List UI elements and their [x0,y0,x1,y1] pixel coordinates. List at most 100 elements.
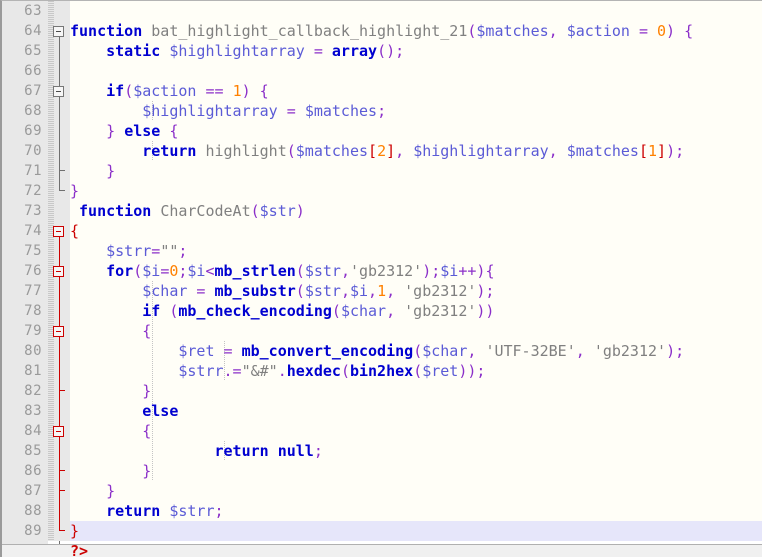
fold-margin[interactable] [48,341,70,361]
code-line[interactable]: 64function bat_highlight_callback_highli… [2,21,762,41]
code-text[interactable]: } [70,381,762,401]
fold-margin[interactable] [48,181,70,201]
code-text[interactable]: } else { [70,121,762,141]
code-text[interactable]: } [70,521,762,541]
fold-margin[interactable] [48,241,70,261]
fold-margin[interactable] [48,101,70,121]
code-text[interactable]: return null; [70,441,762,461]
token-id [70,102,142,120]
code-text[interactable]: $highlightarray = $matches; [70,101,762,121]
code-line[interactable]: 88 return $strr; [2,501,762,521]
code-text[interactable]: } [70,181,762,201]
token-pun: ( [413,362,422,380]
fold-margin[interactable] [48,121,70,141]
fold-margin[interactable] [48,221,70,241]
fold-margin[interactable] [48,141,70,161]
code-text[interactable]: if($action == 1) { [70,81,762,101]
code-text[interactable]: $ret = mb_convert_encoding($char, 'UTF-3… [70,341,762,361]
code-line[interactable]: 73 function CharCodeAt($str) [2,201,762,221]
fold-margin[interactable] [48,281,70,301]
token-var: $strr [169,502,214,520]
fold-collapse-icon[interactable] [53,226,64,237]
code-text[interactable]: $strr=""; [70,241,762,261]
code-text[interactable]: { [70,421,762,441]
fold-margin[interactable] [48,461,70,481]
code-line[interactable]: 74 { [2,221,762,241]
fold-margin[interactable] [48,401,70,421]
fold-margin[interactable] [48,481,70,501]
fold-margin[interactable] [48,441,70,461]
code-line[interactable]: 72} [2,181,762,201]
token-brace: } [106,122,115,140]
fold-margin[interactable] [48,361,70,381]
code-line[interactable]: 79 { [2,321,762,341]
fold-collapse-icon[interactable] [53,26,64,37]
fold-margin[interactable] [48,261,70,281]
code-text[interactable] [70,61,762,81]
code-line[interactable]: 67 if($action == 1) { [2,81,762,101]
code-line[interactable]: 75 $strr=""; [2,241,762,261]
code-line[interactable]: 82 } [2,381,762,401]
fold-margin[interactable] [48,521,70,541]
code-line[interactable]: 83 else [2,401,762,421]
code-text[interactable]: } [70,461,762,481]
code-line[interactable]: 87 } [2,481,762,501]
code-line[interactable]: 69 } else { [2,121,762,141]
code-line[interactable]: 85 return null; [2,441,762,461]
code-text[interactable]: $strr.="&#".hexdec(bin2hex($ret)); [70,361,762,381]
code-text[interactable]: function CharCodeAt($str) [70,201,762,221]
code-line[interactable]: 71 } [2,161,762,181]
code-text[interactable]: { [70,221,762,241]
fold-margin[interactable] [48,201,70,221]
code-text[interactable]: $char = mb_substr($str,$i,1, 'gb2312'); [70,281,762,301]
token-pun: = [187,282,214,300]
code-text[interactable]: static $highlightarray = array(); [70,41,762,61]
code-text[interactable]: else [70,401,762,421]
code-line[interactable]: 86 } [2,461,762,481]
code-line[interactable]: 78 if (mb_check_encoding($char, 'gb2312'… [2,301,762,321]
code-line[interactable]: 80 $ret = mb_convert_encoding($char, 'UT… [2,341,762,361]
line-number: 74 [2,221,48,241]
code-text[interactable]: if (mb_check_encoding($char, 'gb2312')) [70,301,762,321]
code-text[interactable]: } [70,481,762,501]
fold-collapse-icon[interactable] [53,266,64,277]
code-text[interactable]: return highlight($matches[2], $highlight… [70,141,762,161]
fold-margin[interactable] [48,501,70,521]
fold-margin[interactable] [48,161,70,181]
fold-margin[interactable] [48,421,70,441]
fold-margin[interactable] [48,321,70,341]
code-text[interactable]: { [70,321,762,341]
code-line[interactable]: 63 [2,1,762,21]
code-line[interactable]: 76 for($i=0;$i<mb_strlen($str,'gb2312');… [2,261,762,281]
code-tokens: ?> [70,541,88,557]
code-tokens: } else { [70,121,178,141]
code-tokens: return $strr; [70,501,224,521]
code-text[interactable] [70,1,762,21]
code-text[interactable]: return $strr; [70,501,762,521]
code-editor[interactable]: 6364function bat_highlight_callback_high… [0,0,762,557]
code-line[interactable]: 70 return highlight($matches[2], $highli… [2,141,762,161]
fold-margin[interactable] [48,1,70,21]
code-text[interactable]: } [70,161,762,181]
code-text[interactable]: for($i=0;$i<mb_strlen($str,'gb2312');$i+… [70,261,762,281]
token-pun: = [151,242,160,260]
code-line[interactable]: 65 static $highlightarray = array(); [2,41,762,61]
code-line[interactable]: 81 $strr.="&#".hexdec(bin2hex($ret)); [2,361,762,381]
line-number: 82 [2,381,48,401]
code-line[interactable]: 84 { [2,421,762,441]
fold-collapse-icon[interactable] [53,86,64,97]
fold-margin[interactable] [48,81,70,101]
fold-margin[interactable] [48,301,70,321]
code-line[interactable]: 68 $highlightarray = $matches; [2,101,762,121]
fold-collapse-icon[interactable] [53,326,64,337]
fold-margin[interactable] [48,21,70,41]
fold-collapse-icon[interactable] [53,426,64,437]
fold-margin[interactable] [48,61,70,81]
code-line[interactable]: 89} [2,521,762,541]
horizontal-scrollbar[interactable] [2,544,762,557]
code-line[interactable]: 77 $char = mb_substr($str,$i,1, 'gb2312'… [2,281,762,301]
fold-margin[interactable] [48,41,70,61]
code-line[interactable]: 66 [2,61,762,81]
fold-margin[interactable] [48,381,70,401]
code-text[interactable]: function bat_highlight_callback_highligh… [70,21,762,41]
